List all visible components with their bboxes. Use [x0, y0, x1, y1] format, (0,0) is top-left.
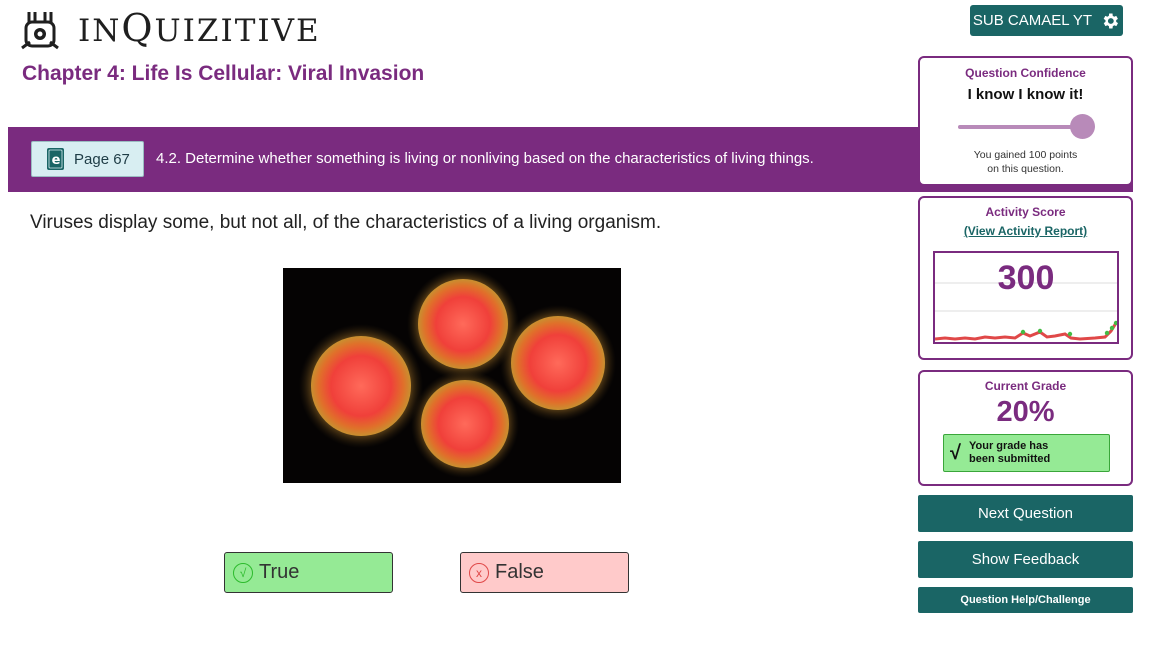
- points-note: You gained 100 points on this question.: [973, 149, 1078, 175]
- checkmark-icon: √: [950, 441, 961, 464]
- activity-score-panel: Activity Score (View Activity Report) 30…: [918, 196, 1133, 360]
- ebook-page-button[interactable]: e Page 67: [31, 141, 144, 177]
- show-feedback-button[interactable]: Show Feedback: [918, 541, 1133, 578]
- bunny-logo-icon: [21, 11, 59, 49]
- gear-icon: [1103, 13, 1119, 28]
- user-name: SUB CAMAEL YT: [972, 12, 1093, 29]
- app-logo: INQUIZITIVE: [20, 8, 321, 51]
- chapter-title: Chapter 4: Life Is Cellular: Viral Invas…: [22, 62, 425, 85]
- answer-false-label: False: [495, 561, 544, 583]
- objective-text: 4.2. Determine whether something is livi…: [156, 150, 814, 167]
- question-help-button[interactable]: Question Help/Challenge: [918, 587, 1133, 613]
- confidence-title: Question Confidence: [965, 66, 1086, 80]
- logo-wordmark: INQUIZITIVE: [78, 6, 321, 50]
- confidence-slider-track[interactable]: [958, 125, 1082, 129]
- confidence-slider-handle[interactable]: [1069, 114, 1095, 139]
- grade-title: Current Grade: [984, 379, 1067, 393]
- question-confidence-panel: Question Confidence I know I know it! Yo…: [918, 56, 1133, 186]
- x-circle-icon: x: [469, 562, 489, 583]
- svg-text:e: e: [52, 153, 61, 168]
- submitted-text: Your grade has been submitted: [968, 440, 1051, 465]
- activity-score-value: 300: [997, 259, 1055, 297]
- answer-true-button[interactable]: √ True: [224, 552, 393, 593]
- next-question-button[interactable]: Next Question: [918, 495, 1133, 532]
- answer-false-button[interactable]: x False: [460, 552, 629, 593]
- user-menu-button[interactable]: SUB CAMAEL YT: [970, 5, 1123, 36]
- view-activity-report-link[interactable]: (View Activity Report): [920, 224, 1131, 238]
- answer-true-label: True: [259, 561, 300, 583]
- page-label: Page 67: [74, 150, 130, 168]
- check-circle-icon: √: [233, 562, 253, 583]
- ebook-icon: e: [47, 148, 64, 170]
- activity-title: Activity Score: [985, 205, 1066, 219]
- grade-submitted-badge: √ Your grade has been submitted: [943, 434, 1110, 472]
- question-text: Viruses display some, but not all, of th…: [30, 212, 662, 233]
- grade-value: 20%: [996, 396, 1055, 428]
- current-grade-panel: Current Grade 20% √ Your grade has been …: [918, 370, 1133, 486]
- virus-micrograph-image: [283, 268, 621, 483]
- confidence-value: I know I know it!: [967, 86, 1084, 103]
- score-chart: 300: [933, 251, 1119, 344]
